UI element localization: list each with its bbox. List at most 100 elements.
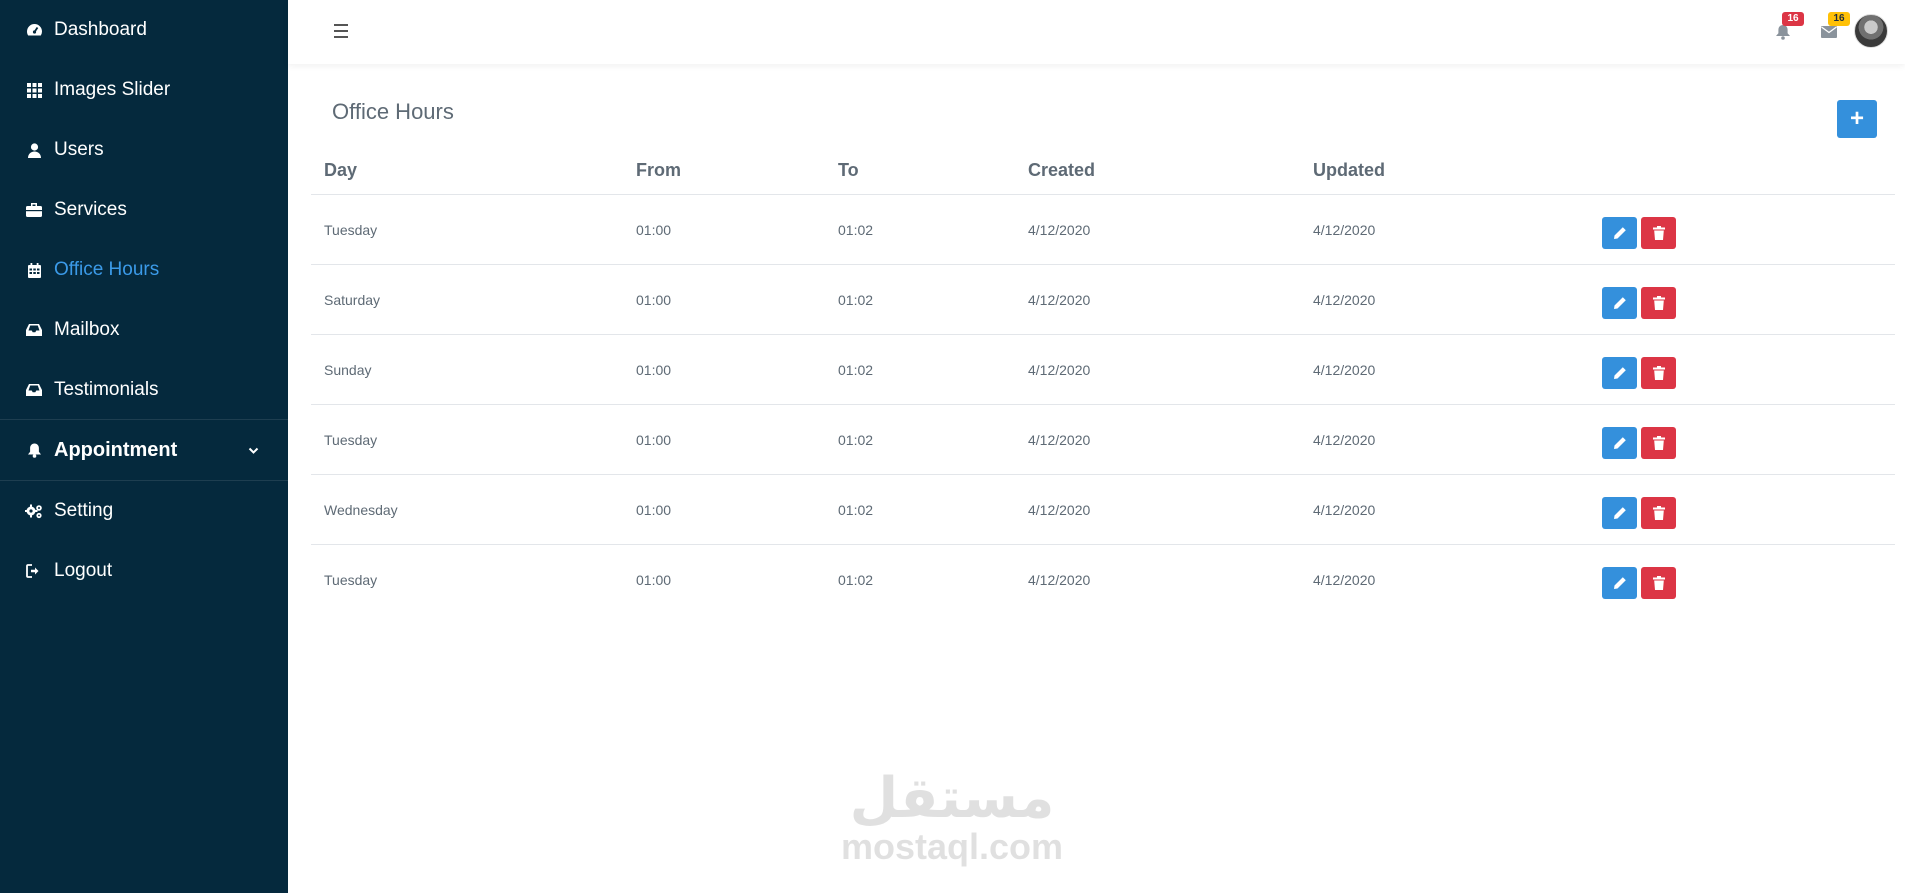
watermark-arabic: مستقل [849,766,1055,829]
plus-icon: + [1849,105,1864,132]
cell-from: 01:00 [636,362,672,378]
sidebar-item-label: Dashboard [54,19,147,40]
sidebar-item-logout[interactable]: Logout [0,551,288,591]
cell-to: 01:02 [838,572,874,588]
notifications-count-badge: 16 [1782,12,1804,26]
cell-day: Tuesday [324,432,378,448]
sidebar-item-mailbox[interactable]: Mailbox [0,310,288,350]
cell-updated: 4/12/2020 [1313,432,1376,448]
cell-updated: 4/12/2020 [1313,292,1376,308]
cell-updated: 4/12/2020 [1313,362,1376,378]
edit-button[interactable] [1602,217,1637,249]
cell-day: Sunday [324,362,372,378]
dashboard-icon [25,21,43,39]
delete-button[interactable] [1641,567,1676,599]
delete-button[interactable] [1641,497,1676,529]
table-row: Wednesday 01:00 01:02 4/12/2020 4/12/2020 [311,475,1895,545]
sidebar-item-testimonials[interactable]: Testimonials [0,370,288,410]
messages-button[interactable]: 16 [1816,12,1850,44]
trash-icon [1652,296,1665,310]
cell-to: 01:02 [838,502,874,518]
bell-icon [1776,25,1790,40]
cell-to: 01:02 [838,432,874,448]
cell-created: 4/12/2020 [1028,432,1091,448]
cell-updated: 4/12/2020 [1313,222,1376,238]
cell-to: 01:02 [838,292,874,308]
sidebar-item-label: Users [54,139,104,160]
column-header-day: Day [324,160,358,180]
sidebar-item-label: Mailbox [54,319,120,340]
cell-created: 4/12/2020 [1028,362,1091,378]
pencil-icon [1613,297,1626,309]
notifications-button[interactable]: 16 [1770,12,1804,44]
divider [0,419,288,420]
cell-created: 4/12/2020 [1028,572,1091,588]
envelope-icon [1821,26,1837,38]
grid-icon [25,81,43,99]
pencil-icon [1613,577,1626,589]
edit-button[interactable] [1602,357,1637,389]
pencil-icon [1613,437,1626,449]
table-row: Tuesday 01:00 01:02 4/12/2020 4/12/2020 [311,405,1895,475]
cell-created: 4/12/2020 [1028,502,1091,518]
pencil-icon [1613,227,1626,239]
cell-created: 4/12/2020 [1028,292,1091,308]
table-body: Tuesday 01:00 01:02 4/12/2020 4/12/2020 Satur… [311,195,1895,614]
delete-button[interactable] [1641,217,1676,249]
gears-icon [25,502,43,520]
cell-day: Wednesday [324,502,398,518]
trash-icon [1652,506,1665,520]
sidebar-item-label: Office Hours [54,259,160,280]
table-row: Tuesday 01:00 01:02 4/12/2020 4/12/2020 [311,195,1895,265]
delete-button[interactable] [1641,357,1676,389]
edit-button[interactable] [1602,567,1637,599]
add-office-hour-button[interactable]: + [1837,100,1877,138]
calendar-icon [25,261,43,279]
cell-from: 01:00 [636,502,672,518]
cell-updated: 4/12/2020 [1313,502,1376,518]
trash-icon [1652,576,1665,590]
sidebar-item-services[interactable]: Services [0,190,288,230]
sidebar-item-label: Services [54,199,127,220]
sidebar-item-label: Logout [54,560,113,581]
cell-day: Tuesday [324,572,378,588]
edit-button[interactable] [1602,287,1637,319]
watermark-latin: mostaql.com [840,826,1064,867]
trash-icon [1652,436,1665,450]
delete-button[interactable] [1641,427,1676,459]
messages-count-badge: 16 [1828,12,1850,26]
cell-from: 01:00 [636,432,672,448]
table-row: Saturday 01:00 01:02 4/12/2020 4/12/2020 [311,265,1895,335]
briefcase-icon [25,201,43,219]
cell-from: 01:00 [636,572,672,588]
column-header-to: To [838,160,859,180]
pencil-icon [1613,367,1626,379]
sidebar-item-images-slider[interactable]: Images Slider [0,70,288,110]
column-header-from: From [636,160,681,180]
edit-button[interactable] [1602,497,1637,529]
table-row: Tuesday 01:00 01:02 4/12/2020 4/12/2020 [311,545,1895,614]
cell-day: Saturday [324,292,381,308]
sidebar-item-label: Images Slider [54,79,171,100]
inbox-icon [25,321,43,339]
menu-toggle-icon[interactable] [334,20,354,42]
bell-icon [25,441,43,459]
pencil-icon [1613,507,1626,519]
divider [0,480,288,481]
delete-button[interactable] [1641,287,1676,319]
edit-button[interactable] [1602,427,1637,459]
sidebar-item-users[interactable]: Users [0,130,288,170]
table-row: Sunday 01:00 01:02 4/12/2020 4/12/2020 [311,335,1895,405]
column-header-created: Created [1028,160,1096,180]
sidebar-item-label: Appointment [54,438,178,461]
user-avatar[interactable] [1854,14,1888,48]
office-hours-table: Day From To Created Updated Tuesday 01:00… [311,146,1895,614]
sidebar-item-appointment[interactable]: Appointment [0,430,288,470]
sidebar-item-dashboard[interactable]: Dashboard [0,10,288,50]
sidebar: Dashboard Images Slider Users Services O… [0,0,288,893]
sidebar-item-setting[interactable]: Setting [0,491,288,531]
sidebar-item-office-hours[interactable]: Office Hours [0,250,288,290]
top-navbar: 16 16 [288,0,1905,64]
cell-to: 01:02 [838,222,874,238]
sign-out-icon [25,562,43,580]
